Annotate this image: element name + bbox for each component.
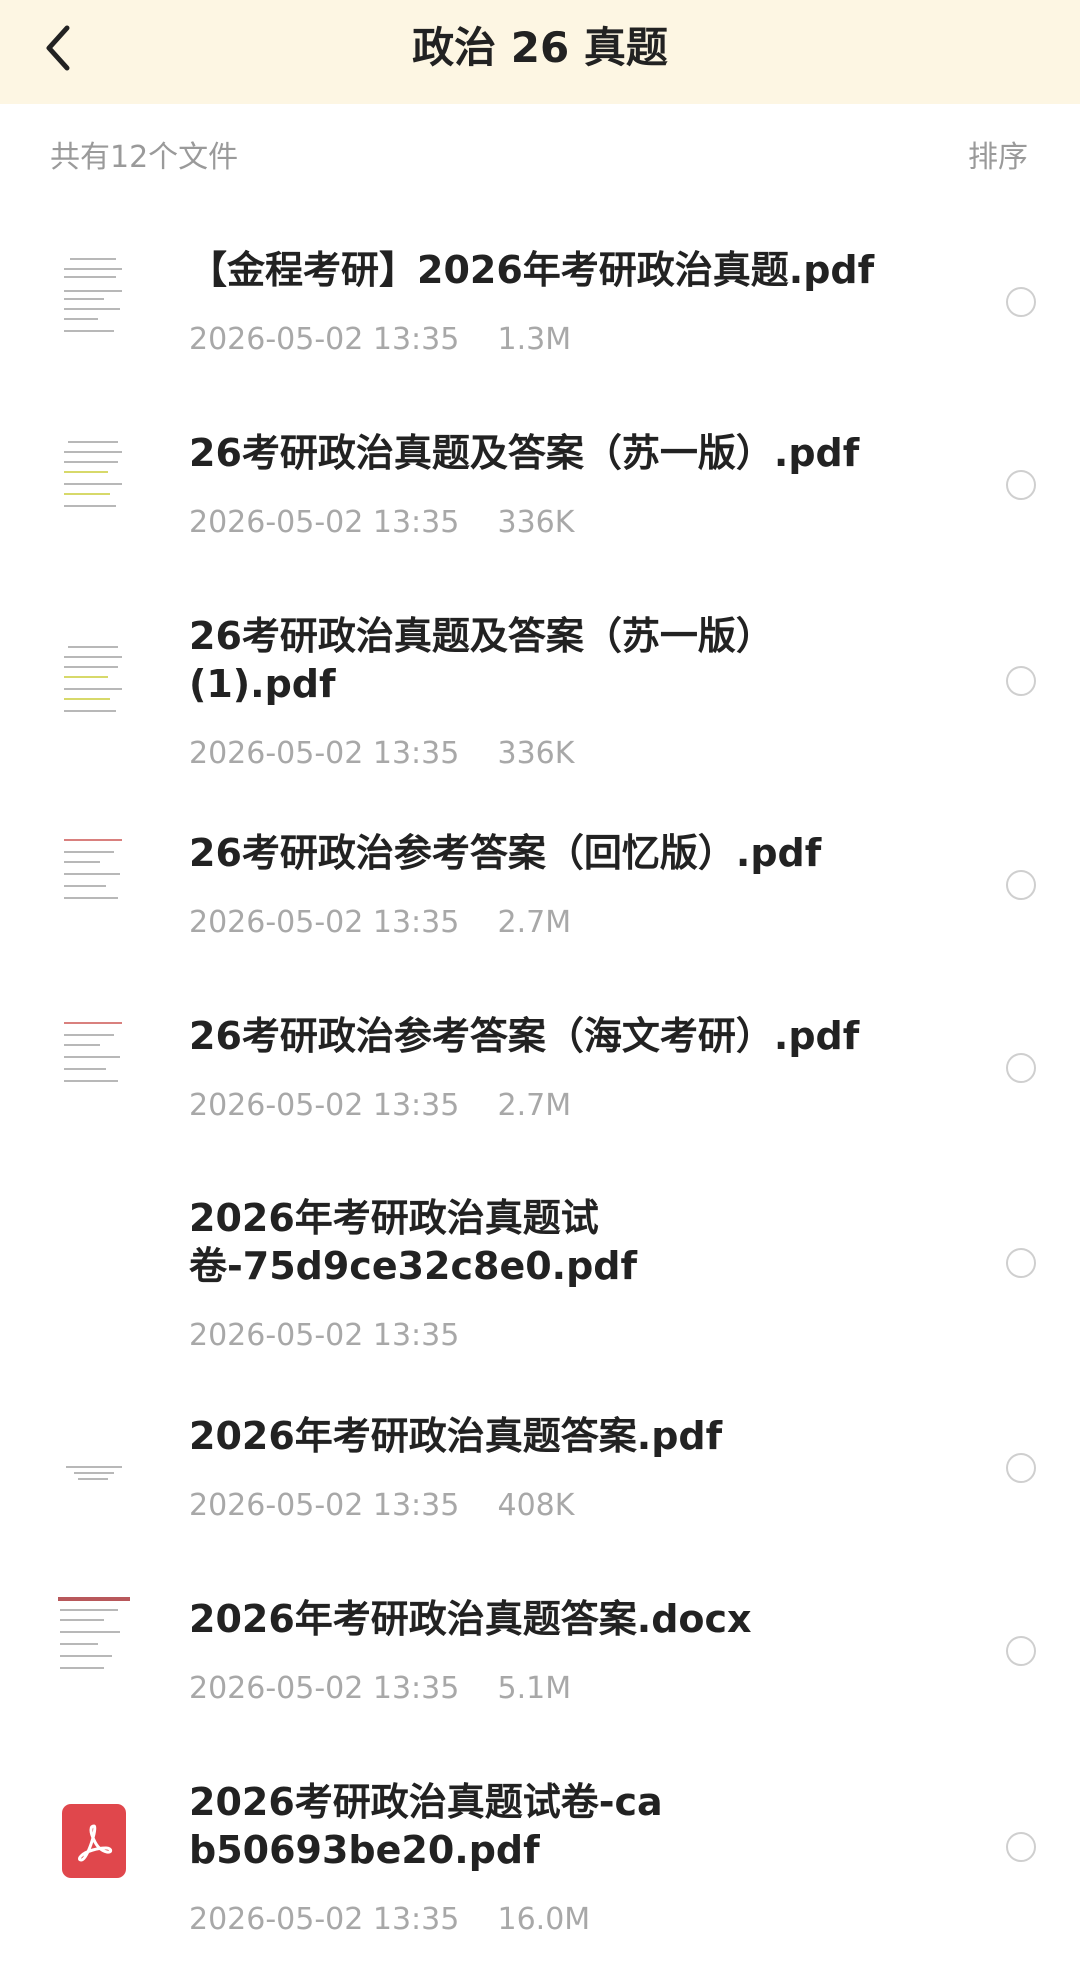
file-name: 26考研政治参考答案（海文考研）.pdf [189, 1014, 860, 1058]
select-radio[interactable] [1006, 870, 1036, 900]
select-radio[interactable] [1006, 1453, 1036, 1483]
document-thumbnail [56, 833, 132, 933]
file-meta: 2026-05-02 13:35 336K [189, 505, 574, 540]
file-count-text: 共有12个文件 [50, 140, 239, 175]
file-name: 【金程考研】2026年考研政治真题.pdf [189, 248, 875, 292]
file-date: 2026-05-02 13:35 [189, 905, 460, 940]
select-radio[interactable] [1006, 287, 1036, 317]
document-thumbnail [56, 1416, 132, 1516]
document-thumbnail [56, 1016, 132, 1116]
file-size: 336K [497, 505, 575, 540]
top-bar: 政治 26 真题 [0, 0, 1080, 104]
file-row[interactable]: 26考研政治真题及答案（苏一版）.pdf 2026-05-02 13:35 33… [0, 413, 1080, 563]
file-size: 2.7M [497, 905, 572, 940]
file-date: 2026-05-02 13:35 [189, 505, 460, 540]
file-date: 2026-05-02 13:35 [189, 736, 460, 771]
file-size: 336K [497, 736, 575, 771]
file-meta: 2026-05-02 13:35 2.7M [189, 1088, 571, 1123]
select-radio[interactable] [1006, 1053, 1036, 1083]
file-date: 2026-05-02 13:35 [189, 1088, 460, 1123]
file-size: 1.3M [497, 322, 572, 357]
file-size: 2.7M [497, 1088, 572, 1123]
file-size: 408K [497, 1488, 575, 1523]
document-thumbnail [56, 638, 132, 738]
select-radio[interactable] [1006, 1248, 1036, 1278]
file-size: 5.1M [497, 1671, 572, 1706]
file-date: 2026-05-02 13:35 [189, 1488, 460, 1523]
file-meta: 2026-05-02 13:35 336K [189, 736, 574, 771]
file-name: 2026考研政治真题试卷-cab50693be20.pdf [189, 1780, 663, 1872]
file-name: 26考研政治真题及答案（苏一版）(1).pdf [189, 614, 774, 706]
file-date: 2026-05-02 13:35 [189, 322, 460, 357]
page-title: 政治 26 真题 [412, 23, 668, 72]
file-name: 26考研政治参考答案（回忆版）.pdf [189, 831, 822, 875]
file-size: 16.0M [497, 1902, 591, 1937]
file-date: 2026-05-02 13:35 [189, 1318, 460, 1353]
file-name: 2026年考研政治真题试卷-75d9ce32c8e0.pdf [189, 1196, 638, 1288]
file-row[interactable]: 2026年考研政治真题答案.docx 2026-05-02 13:35 5.1M [0, 1579, 1080, 1729]
file-meta: 2026-05-02 13:35 408K [189, 1488, 574, 1523]
select-radio[interactable] [1006, 666, 1036, 696]
file-row[interactable]: 26考研政治真题及答案（苏一版）(1).pdf 2026-05-02 13:35… [0, 596, 1080, 796]
file-meta: 2026-05-02 13:35 [189, 1318, 459, 1353]
file-row[interactable]: 【金程考研】2026年考研政治真题.pdf 2026-05-02 13:35 1… [0, 230, 1080, 380]
acrobat-logo-icon [78, 1824, 113, 1862]
file-meta: 2026-05-02 13:35 1.3M [189, 322, 571, 357]
sort-button[interactable]: 排序 [968, 132, 1028, 176]
file-row[interactable]: 2026年考研政治真题试卷-75d9ce32c8e0.pdf 2026-05-0… [0, 1178, 1080, 1378]
file-meta: 2026-05-02 13:35 2.7M [189, 905, 571, 940]
file-meta: 2026-05-02 13:35 5.1M [189, 1671, 571, 1706]
list-summary-bar: 共有12个文件 排序 [0, 104, 1080, 200]
file-meta: 2026-05-02 13:35 16.0M [189, 1902, 590, 1937]
file-date: 2026-05-02 13:35 [189, 1671, 460, 1706]
document-thumbnail [56, 1595, 132, 1695]
select-radio[interactable] [1006, 470, 1036, 500]
file-row[interactable]: 26考研政治参考答案（海文考研）.pdf 2026-05-02 13:35 2.… [0, 996, 1080, 1146]
pdf-file-icon [62, 1804, 126, 1878]
select-radio[interactable] [1006, 1636, 1036, 1666]
document-thumbnail [56, 250, 132, 350]
file-name: 26考研政治真题及答案（苏一版）.pdf [189, 431, 860, 475]
file-date: 2026-05-02 13:35 [189, 1902, 460, 1937]
file-row[interactable]: 2026考研政治真题试卷-cab50693be20.pdf 2026-05-02… [0, 1762, 1080, 1963]
file-name: 2026年考研政治真题答案.docx [189, 1597, 752, 1641]
document-thumbnail [56, 433, 132, 533]
file-name: 2026年考研政治真题答案.pdf [189, 1414, 723, 1458]
file-row[interactable]: 2026年考研政治真题答案.pdf 2026-05-02 13:35 408K [0, 1396, 1080, 1546]
select-radio[interactable] [1006, 1832, 1036, 1862]
file-row[interactable]: 26考研政治参考答案（回忆版）.pdf 2026-05-02 13:35 2.7… [0, 813, 1080, 963]
file-list-screen: 政治 26 真题 共有12个文件 排序 【金程考研】2026年考研政治真题.pd… [0, 0, 1080, 1963]
